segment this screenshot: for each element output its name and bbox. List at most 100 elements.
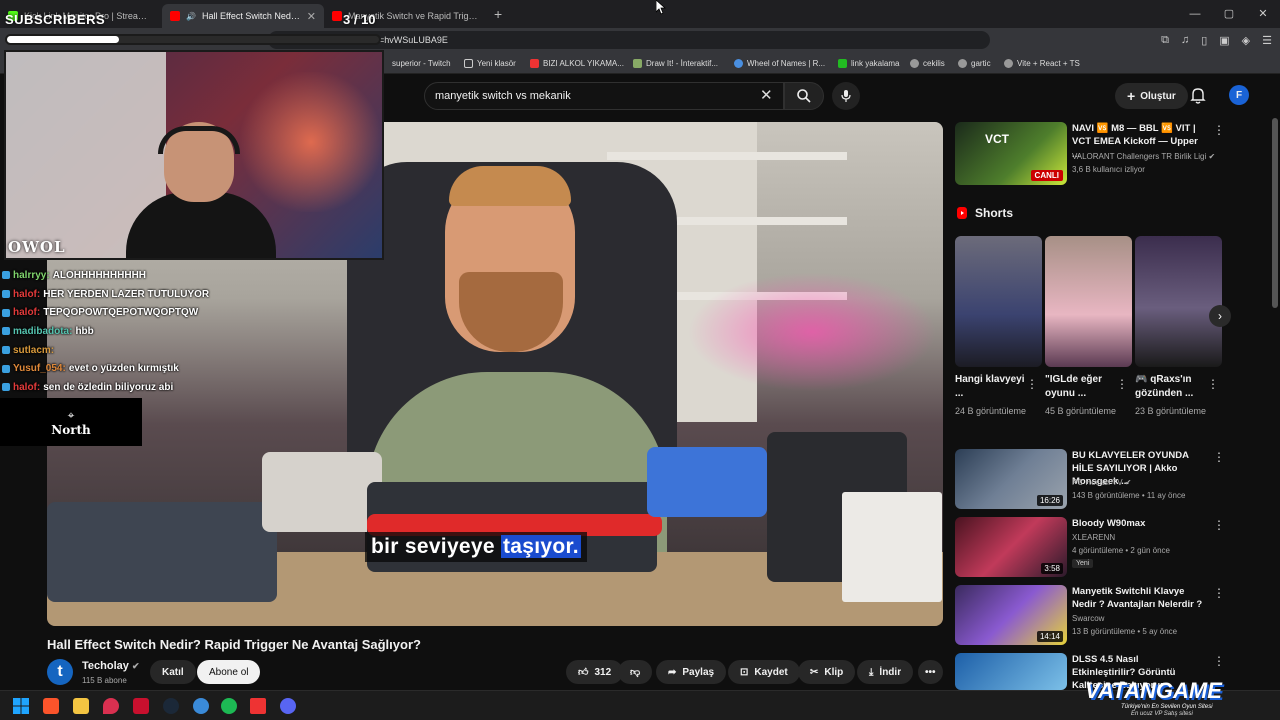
riot-icon[interactable] [103, 698, 119, 714]
more-vertical-icon[interactable]: ⋮ [1116, 377, 1128, 391]
app-icon[interactable] [193, 698, 209, 714]
more-vertical-icon[interactable]: ⋮ [1213, 654, 1225, 668]
short-thumbnail-2[interactable] [1045, 236, 1132, 367]
brave-browser-icon[interactable] [43, 698, 59, 714]
related-channel-1[interactable]: PC Hocası TV ✔ [1072, 476, 1131, 489]
subscribe-label: Abone ol [209, 666, 249, 678]
bookmark-favicon-icon [530, 58, 539, 68]
chat-text: TEPQOPOWTQEPOTWQOPTQW [43, 307, 199, 319]
chat-username: halof: [13, 307, 41, 319]
bookmark-cekilis[interactable]: cekilis [910, 52, 945, 74]
search-button[interactable] [784, 82, 824, 110]
related-thumbnail-2[interactable]: 3:58 [955, 517, 1067, 577]
chat-message: Yusuf_054: evet o yüzden kırmıştık [2, 359, 382, 378]
more-vertical-icon[interactable]: ⋮ [1207, 377, 1219, 391]
share-label: Paylaş [682, 666, 715, 678]
vpn-icon[interactable]: ◈ [1242, 34, 1250, 47]
stream-chat: halrryy: ALOHHHHHHHHHH halof: HER YERDEN LA… [2, 266, 382, 397]
bookmark-bizi-alkol[interactable]: BIZI ALKOL YIKAMA... [530, 52, 624, 74]
menu-icon[interactable]: ☰ [1262, 34, 1272, 47]
more-vertical-icon[interactable]: ⋮ [1026, 377, 1038, 391]
bookmark-yeni-klasor[interactable]: Yeni klasör [464, 52, 516, 74]
youtube-favicon-icon [332, 11, 342, 21]
sidebar-icon[interactable]: ▯ [1201, 34, 1207, 47]
bookmark-vite-react[interactable]: Vite + React + TS [1004, 52, 1080, 74]
related-thumbnail-3[interactable]: 14:14 [955, 585, 1067, 645]
short-title-2[interactable]: "IGLde eğer oyunu ... [1045, 373, 1115, 401]
download-button[interactable]: ⤓ İndir [857, 660, 914, 684]
more-actions-button[interactable]: ••• [918, 660, 943, 684]
media-icon[interactable]: ♫ [1181, 34, 1189, 46]
app-icon[interactable] [133, 698, 149, 714]
bookmark-link-yakalama[interactable]: link yakalama [838, 52, 899, 74]
dislike-button[interactable]: 👎︎ [618, 660, 653, 684]
extensions-icon[interactable]: ⧉ [1161, 34, 1169, 47]
close-tab-icon[interactable]: ✕ [307, 10, 316, 23]
chat-text: HER YERDEN LAZER TUTULUYOR [43, 288, 210, 300]
short-thumbnail-1[interactable] [955, 236, 1042, 367]
more-vertical-icon[interactable]: ⋮ [1213, 123, 1225, 137]
page-scrollbar[interactable] [1272, 118, 1278, 308]
chat-username: halrryy: [13, 269, 50, 281]
more-vertical-icon[interactable]: ⋮ [1213, 586, 1225, 600]
related-channel-2[interactable]: XLEARENN [1072, 531, 1115, 544]
like-button[interactable]: 👍︎ 312 [566, 660, 624, 684]
create-label: Oluştur [1140, 90, 1176, 102]
channel-avatar[interactable]: t [47, 659, 73, 685]
short-title-1[interactable]: Hangi klavyeyi ... [955, 373, 1025, 401]
related-title-3[interactable]: Manyetik Switchli Klavye Nedir ? Avantaj… [1072, 585, 1204, 611]
bookmark-superior-twitch[interactable]: superior - Twitch [392, 52, 451, 74]
bookmark-wheel-of-names[interactable]: Wheel of Names | R... [734, 52, 825, 74]
bookmark-label: cekilis [923, 58, 945, 68]
steam-icon[interactable] [163, 698, 179, 714]
bookmark-label: gartic [971, 58, 991, 68]
bookmark-gartic[interactable]: gartic [958, 52, 991, 74]
new-tab-button[interactable]: + [494, 6, 502, 22]
related-title-2[interactable]: Bloody W90max [1072, 517, 1204, 530]
chat-text: ALOHHHHHHHHHH [52, 269, 147, 281]
bookmark-label: BIZI ALKOL YIKAMA... [543, 58, 624, 68]
maximize-button[interactable]: ▢ [1212, 0, 1246, 28]
short-thumbnail-3[interactable] [1135, 236, 1222, 367]
clear-search-icon[interactable]: ✕ [760, 86, 773, 104]
minimize-button[interactable]: — [1178, 0, 1212, 28]
wallet-icon[interactable]: ▣ [1219, 34, 1229, 47]
shorts-next-button[interactable]: › [1209, 305, 1231, 327]
notifications-bell-icon[interactable] [1190, 86, 1206, 104]
related-channel-3[interactable]: Swarcow [1072, 612, 1104, 625]
file-explorer-icon[interactable] [73, 698, 89, 714]
tab-hall-effect-video[interactable]: 🔊 Hall Effect Switch Nedir? Rapid ✕ [162, 4, 324, 28]
share-button[interactable]: ➦ Paylaş [656, 660, 727, 684]
bookmark-label: link yakalama [851, 58, 900, 68]
more-vertical-icon[interactable]: ⋮ [1213, 450, 1225, 464]
chat-badge-icon [2, 346, 10, 355]
channel-initial: t [57, 663, 63, 680]
subscribe-button[interactable]: Abone ol [197, 660, 261, 684]
related-channel-text: PC Hocası TV [1072, 478, 1123, 487]
related-meta-3: 13 B görüntüleme • 5 ay önce [1072, 627, 1178, 636]
live-channel[interactable]: VALORANT Challengers TR Birlik Ligi ✔ [1072, 150, 1215, 163]
save-button[interactable]: ⊡ Kaydet [728, 660, 800, 684]
short-title-3[interactable]: 🎮 qRaxs'ın gözünden ... [1135, 373, 1205, 401]
more-vertical-icon[interactable]: ⋮ [1213, 518, 1225, 532]
close-window-button[interactable]: ✕ [1246, 0, 1280, 28]
join-button[interactable]: Katıl [150, 660, 196, 684]
related-thumbnail-1[interactable]: 16:26 [955, 449, 1067, 509]
channel-name[interactable]: Techolay ✔ [82, 660, 139, 672]
clip-button[interactable]: ✂ Klip [798, 660, 856, 684]
windows-start-icon[interactable] [13, 698, 29, 714]
discord-icon[interactable] [280, 698, 296, 714]
voice-search-button[interactable] [832, 82, 860, 110]
search-input[interactable]: manyetik switch vs mekanik [424, 82, 784, 110]
account-avatar[interactable]: F [1229, 85, 1249, 105]
spotify-icon[interactable] [221, 698, 237, 714]
live-video-thumbnail[interactable]: VCT CANLI [955, 122, 1067, 185]
bookmark-label: Yeni klasör [477, 58, 516, 68]
microphone-icon [841, 90, 851, 102]
bookmark-favicon-icon [910, 58, 919, 68]
bookmark-draw-it[interactable]: Draw It! - İnteraktif... [633, 52, 718, 74]
related-thumbnail-4[interactable] [955, 653, 1067, 690]
create-button[interactable]: + Oluştur [1115, 83, 1188, 109]
obs-icon[interactable] [250, 698, 266, 714]
bookmark-label: Wheel of Names | R... [747, 58, 826, 68]
